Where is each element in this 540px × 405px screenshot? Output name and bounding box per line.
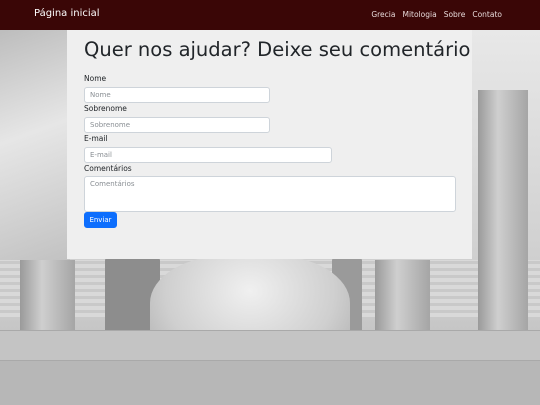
nav-link-mitologia[interactable]: Mitologia [402,10,436,19]
page-title: Quer nos ajudar? Deixe seu comentário [84,38,471,61]
brand-link[interactable]: Página inicial [34,8,100,19]
comments-label: Comentários [84,164,132,173]
email-input[interactable] [84,147,332,163]
comment-form-card: Quer nos ajudar? Deixe seu comentário No… [67,30,472,259]
last-name-input[interactable] [84,117,270,133]
submit-button[interactable]: Enviar [84,212,117,228]
first-name-input[interactable] [84,87,270,103]
background-curtain [0,30,70,290]
last-name-label: Sobrenome [84,104,127,113]
nav-link-contato[interactable]: Contato [472,10,502,19]
background-step [0,360,540,405]
navbar: Página inicial Grecia Mitologia Sobre Co… [0,0,540,30]
nav-link-sobre[interactable]: Sobre [444,10,466,19]
first-name-label: Nome [84,74,107,83]
nav-links: Grecia Mitologia Sobre Contato [371,10,502,19]
comments-textarea[interactable] [84,176,456,212]
background-step [0,330,540,361]
nav-link-grecia[interactable]: Grecia [371,10,395,19]
email-label: E-mail [84,134,108,143]
